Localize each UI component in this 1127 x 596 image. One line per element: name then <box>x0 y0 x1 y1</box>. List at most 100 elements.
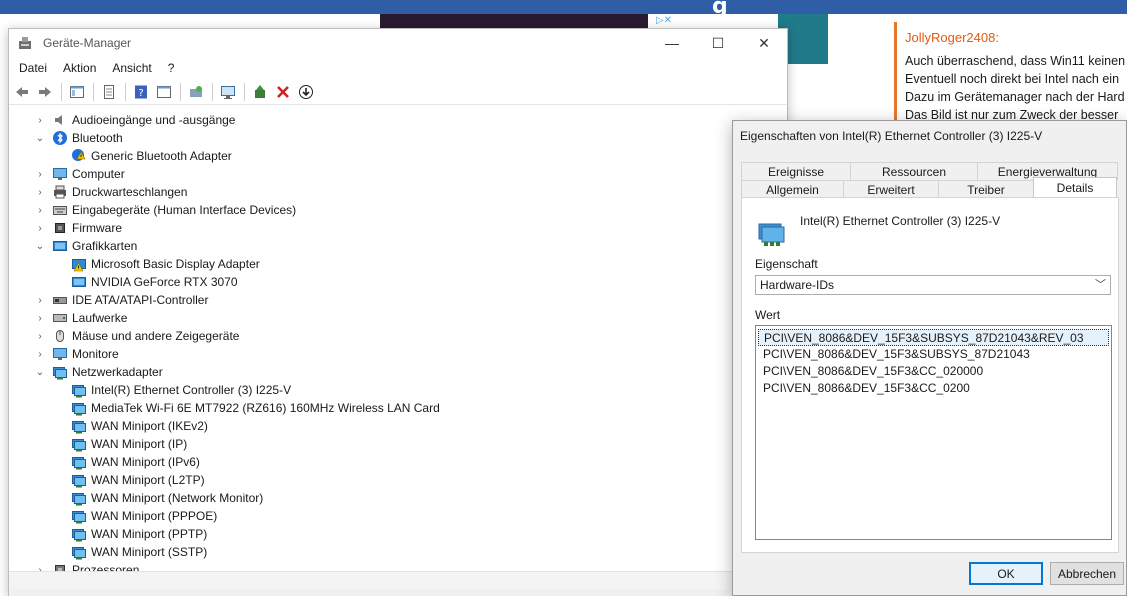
chevron-right-icon[interactable]: › <box>34 349 46 360</box>
tree-device[interactable]: WAN Miniport (IP) <box>53 435 187 453</box>
tree-label: WAN Miniport (SSTP) <box>91 545 208 559</box>
tree-category[interactable]: › Prozessoren <box>34 561 139 571</box>
tree-device[interactable]: MediaTek Wi-Fi 6E MT7922 (RZ616) 160MHz … <box>53 399 440 417</box>
uninstall-icon[interactable] <box>272 81 294 103</box>
tree-category[interactable]: › Firmware <box>34 219 122 237</box>
value-item[interactable]: PCI\VEN_8086&DEV_15F3&SUBSYS_87D21043&RE… <box>758 329 1109 346</box>
dialog-title[interactable]: Eigenschaften von Intel(R) Ethernet Cont… <box>733 121 1126 151</box>
tree-category[interactable]: ⌄ Netzwerkadapter <box>34 363 163 381</box>
tree-category[interactable]: › Computer <box>34 165 125 183</box>
tree-device[interactable]: WAN Miniport (L2TP) <box>53 471 205 489</box>
menu-bar: Datei Aktion Ansicht ? <box>9 57 787 79</box>
back-icon[interactable] <box>11 81 33 103</box>
tree-category[interactable]: › Laufwerke <box>34 309 127 327</box>
tree-device[interactable]: Intel(R) Ethernet Controller (3) I225-V <box>53 381 291 399</box>
tab-ressourcen[interactable]: Ressourcen <box>850 162 978 180</box>
tree-device[interactable]: WAN Miniport (Network Monitor) <box>53 489 263 507</box>
network-adapter-icon <box>758 223 785 246</box>
tree-category[interactable]: › Monitore <box>34 345 118 363</box>
title-bar[interactable]: Geräte-Manager — ☐ ✕ <box>9 29 787 57</box>
property-select[interactable]: Hardware-IDs ﹀ <box>755 275 1111 295</box>
tree-device[interactable]: WAN Miniport (IPv6) <box>53 453 200 471</box>
value-item[interactable]: PCI\VEN_8086&DEV_15F3&CC_020000 <box>758 363 1109 380</box>
toolbar: ? <box>9 79 787 105</box>
chevron-down-icon[interactable]: ⌄ <box>34 241 46 252</box>
svg-text:?: ? <box>138 88 143 99</box>
tree-device[interactable]: WAN Miniport (SSTP) <box>53 543 207 561</box>
ad-choices-icon[interactable]: ▷✕ <box>648 14 680 28</box>
maximize-button[interactable]: ☐ <box>695 29 741 57</box>
network-icon <box>72 457 86 470</box>
chevron-right-icon[interactable]: › <box>34 115 46 126</box>
tree-label: Bluetooth <box>72 131 123 145</box>
tab-treiber[interactable]: Treiber <box>938 180 1034 198</box>
tab-details[interactable]: Details <box>1033 177 1117 198</box>
help-icon[interactable]: ? <box>130 81 152 103</box>
tree-category[interactable]: › Mäuse und andere Zeigegeräte <box>34 327 239 345</box>
chevron-right-icon[interactable]: › <box>34 187 46 198</box>
network-icon <box>53 367 67 380</box>
tree-device[interactable]: NVIDIA GeForce RTX 3070 <box>53 273 238 291</box>
tree-category[interactable]: ⌄ Grafikkarten <box>34 237 138 255</box>
value-item[interactable]: PCI\VEN_8086&DEV_15F3&CC_0200 <box>758 380 1109 397</box>
property-selected-value: Hardware-IDs <box>760 278 835 292</box>
scan-hardware-icon[interactable] <box>217 81 239 103</box>
network-icon <box>72 421 86 434</box>
chevron-down-icon[interactable]: ⌄ <box>34 133 46 144</box>
close-button[interactable]: ✕ <box>741 29 787 57</box>
tree-label: WAN Miniport (L2TP) <box>91 473 205 487</box>
show-hide-tree-icon[interactable] <box>66 81 88 103</box>
tree-label: WAN Miniport (IKEv2) <box>91 419 208 433</box>
tree-label: Generic Bluetooth Adapter <box>91 149 232 163</box>
chevron-right-icon[interactable]: › <box>34 205 46 216</box>
tree-category[interactable]: › IDE ATA/ATAPI-Controller <box>34 291 208 309</box>
tab-allgemein[interactable]: Allgemein <box>741 180 844 198</box>
tree-label: Computer <box>72 167 125 181</box>
horizontal-scrollbar[interactable] <box>9 571 787 589</box>
tree-category[interactable]: › Audioeingänge und -ausgänge <box>34 111 235 129</box>
chevron-right-icon[interactable]: › <box>34 331 46 342</box>
tree-category[interactable]: ⌄ Bluetooth <box>34 129 123 147</box>
value-list[interactable]: PCI\VEN_8086&DEV_15F3&SUBSYS_87D21043&RE… <box>755 325 1112 540</box>
tree-label: Microsoft Basic Display Adapter <box>91 257 260 271</box>
tree-device[interactable]: WAN Miniport (PPPOE) <box>53 507 217 525</box>
tree-category[interactable]: › Eingabegeräte (Human Interface Devices) <box>34 201 296 219</box>
update-driver-icon[interactable] <box>185 81 207 103</box>
menu-datei[interactable]: Datei <box>11 61 55 75</box>
view-icon[interactable] <box>153 81 175 103</box>
tree-device[interactable]: Generic Bluetooth Adapter <box>53 147 232 165</box>
forward-icon[interactable] <box>34 81 56 103</box>
tab-ereignisse[interactable]: Ereignisse <box>741 162 851 180</box>
chevron-right-icon[interactable]: › <box>34 313 46 324</box>
device-tree[interactable]: › Audioeingänge und -ausgänge ⌄ Bluetooth Ge… <box>9 109 787 571</box>
advertisement-banner[interactable] <box>380 14 680 28</box>
tab-erweitert[interactable]: Erweitert <box>843 180 939 198</box>
display-warning-icon <box>72 259 86 272</box>
chevron-right-icon[interactable]: › <box>34 223 46 234</box>
minimize-button[interactable]: — <box>649 29 695 57</box>
menu-aktion[interactable]: Aktion <box>55 61 104 75</box>
disable-device-icon[interactable] <box>295 81 317 103</box>
status-bar <box>9 589 787 596</box>
comment-line: Eventuell noch direkt bei Intel nach ein <box>905 72 1120 86</box>
tree-category[interactable]: › Druckwarteschlangen <box>34 183 187 201</box>
menu-ansicht[interactable]: Ansicht <box>104 61 159 75</box>
tree-device[interactable]: Microsoft Basic Display Adapter <box>53 255 260 273</box>
display-adapter-icon <box>53 241 67 251</box>
chevron-down-icon[interactable]: ⌄ <box>34 367 46 378</box>
forum-comment: JollyRoger2408: Auch überraschend, dass … <box>894 22 1127 132</box>
network-icon <box>72 547 86 560</box>
property-label: Eigenschaft <box>755 257 818 271</box>
chevron-right-icon[interactable]: › <box>34 169 46 180</box>
value-item[interactable]: PCI\VEN_8086&DEV_15F3&SUBSYS_87D21043 <box>758 346 1109 363</box>
comment-author[interactable]: JollyRoger2408: <box>905 30 1127 50</box>
ok-button[interactable]: OK <box>969 562 1043 585</box>
chevron-right-icon[interactable]: › <box>34 295 46 306</box>
network-icon <box>72 475 86 488</box>
enable-device-icon[interactable] <box>249 81 271 103</box>
cancel-button[interactable]: Abbrechen <box>1050 562 1124 585</box>
menu-help[interactable]: ? <box>160 61 183 75</box>
properties-icon[interactable] <box>98 81 120 103</box>
tree-device[interactable]: WAN Miniport (IKEv2) <box>53 417 208 435</box>
tree-device[interactable]: WAN Miniport (PPTP) <box>53 525 207 543</box>
